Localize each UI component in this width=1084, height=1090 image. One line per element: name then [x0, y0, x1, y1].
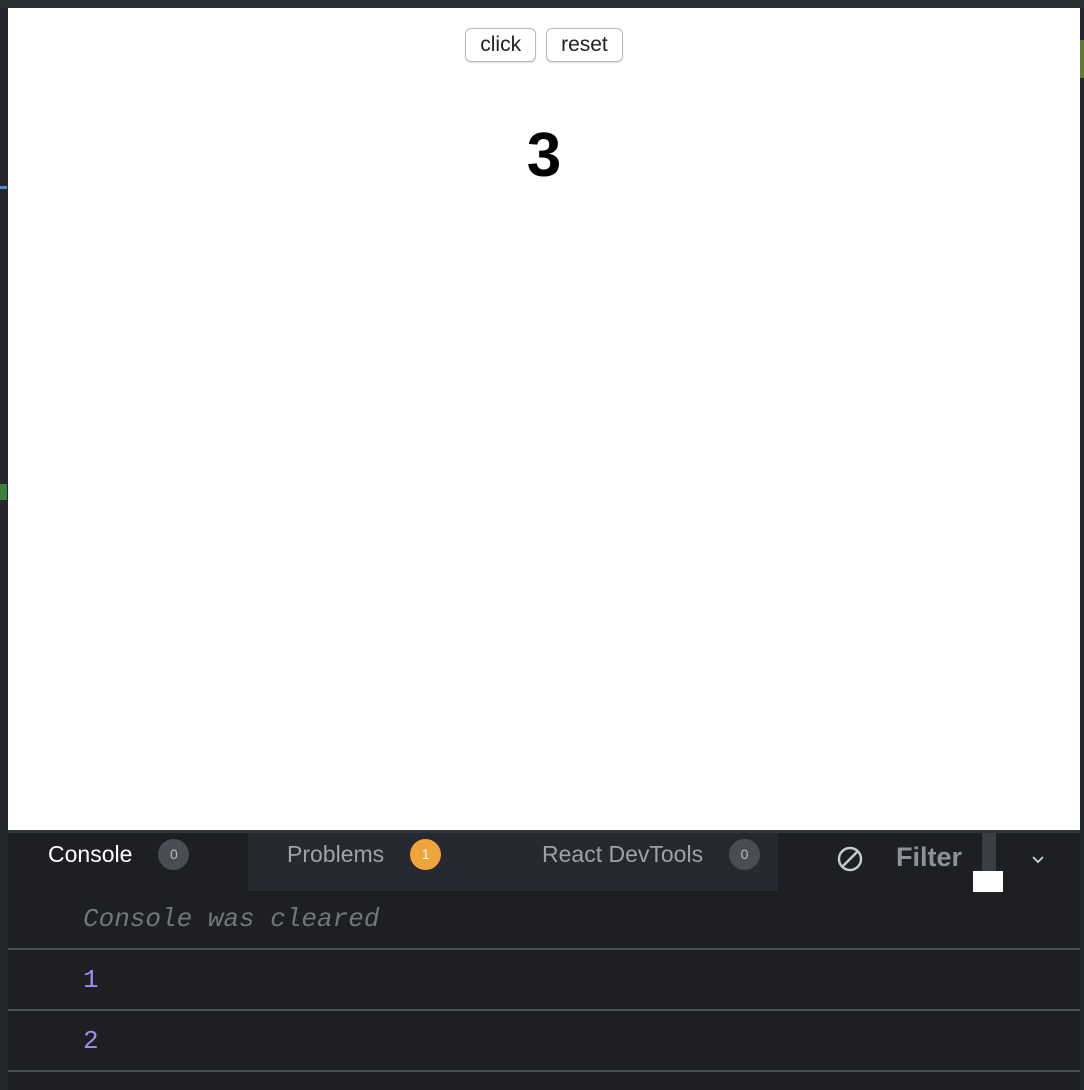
tab-console[interactable]: Console 0 — [8, 833, 248, 875]
problems-count-badge: 1 — [410, 838, 442, 870]
log-row: 2 — [8, 1011, 1080, 1072]
console-log: Console was cleared 1 2 — [8, 889, 1080, 1072]
chevron-down-icon[interactable] — [1030, 851, 1046, 867]
click-button[interactable]: click — [465, 28, 537, 62]
tab-react-devtools[interactable]: React DevTools 0 — [476, 833, 778, 875]
console-cleared-message: Console was cleared — [83, 903, 380, 934]
app-preview: click reset 3 — [8, 8, 1080, 830]
editor-gutter-marker — [0, 484, 7, 500]
console-toolbar: Filter — [778, 833, 1080, 892]
tab-label: React DevTools — [542, 840, 704, 867]
scrollbar-marker — [1080, 40, 1084, 78]
devtools-tab-bar: Console 0 Problems 1 React DevTools 0 Fi… — [8, 833, 1080, 892]
editor-right-edge — [1080, 8, 1084, 1090]
tab-label: Problems — [287, 840, 385, 867]
log-entry: 1 — [83, 964, 99, 995]
filter-input[interactable] — [982, 833, 996, 873]
window-top-bar — [0, 0, 1084, 8]
editor-gutter-marker — [0, 186, 7, 189]
clear-console-icon[interactable] — [836, 845, 864, 873]
react-devtools-count-badge: 0 — [729, 838, 761, 870]
log-entry: 2 — [83, 1025, 99, 1056]
button-row: click reset — [8, 28, 1080, 62]
tab-label: Console — [48, 840, 133, 867]
log-row: Console was cleared — [8, 889, 1080, 950]
reset-button[interactable]: reset — [546, 28, 623, 62]
log-row: 1 — [8, 950, 1080, 1011]
console-count-badge: 0 — [158, 838, 190, 870]
filter-label: Filter — [896, 842, 963, 872]
tab-problems[interactable]: Problems 1 — [248, 833, 476, 875]
counter-value: 3 — [526, 121, 562, 190]
editor-left-edge — [0, 8, 8, 1090]
devtools-panel: Console 0 Problems 1 React DevTools 0 Fi… — [8, 830, 1080, 1090]
